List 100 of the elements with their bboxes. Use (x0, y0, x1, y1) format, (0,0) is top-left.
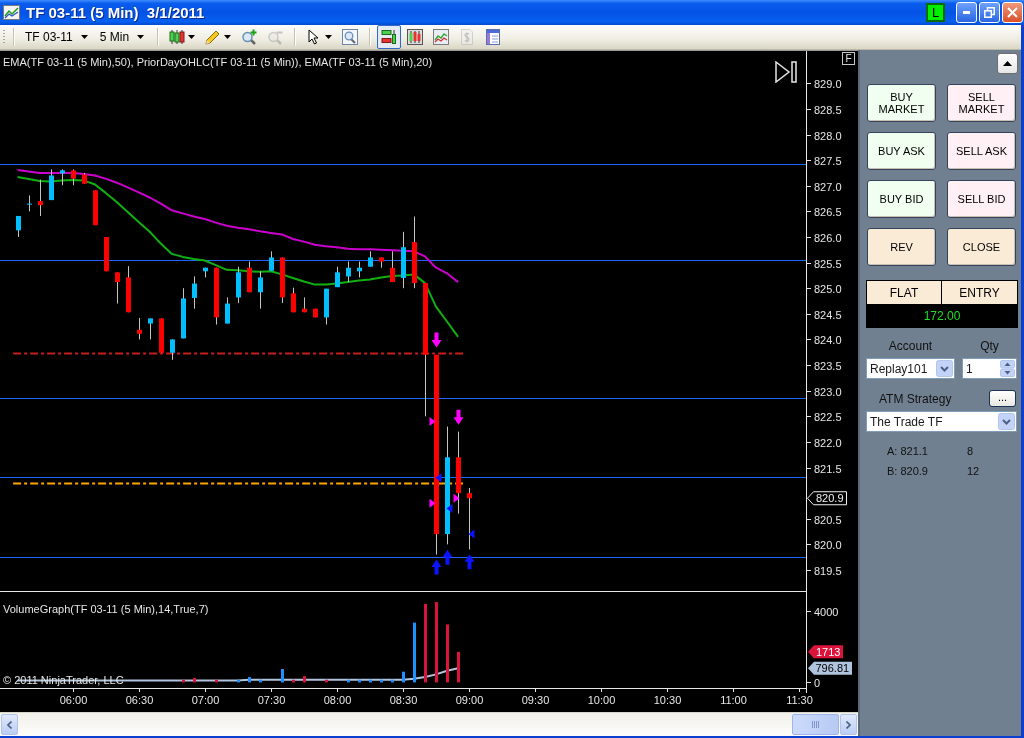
dollar-icon (459, 29, 476, 45)
quantity-spinner[interactable]: 1 (962, 358, 1017, 379)
skip-to-end-icon[interactable] (775, 61, 798, 83)
volume-tag: 1713 (808, 645, 843, 659)
volume-bar (215, 679, 218, 683)
candle (192, 275, 197, 310)
candle (368, 250, 373, 268)
candle (269, 250, 274, 272)
candle (258, 270, 263, 310)
scroll-left-button[interactable] (1, 714, 18, 735)
quote-price: B: 820.9 (887, 465, 929, 477)
magnifier-icon (342, 29, 359, 45)
up-triangle-icon (1003, 61, 1012, 66)
volume-bar (402, 671, 405, 683)
candle (148, 317, 153, 340)
down-arrow-marker (431, 332, 442, 348)
axis-label: 10:30 (653, 694, 682, 706)
candle (357, 261, 362, 278)
candlestick-icon (407, 29, 424, 45)
axis-label: 823.5 (814, 359, 842, 372)
candle (214, 267, 219, 326)
axis-label: 828.0 (814, 129, 842, 142)
axis-label: 824.0 (814, 333, 842, 346)
zoom-out-icon (267, 29, 284, 45)
volume-bar (457, 651, 460, 683)
minimize-icon (963, 11, 970, 14)
volume-bar (446, 624, 449, 683)
candle (335, 266, 340, 288)
volume-bar (303, 676, 306, 683)
buy-button[interactable]: BUY ASK (867, 132, 936, 170)
candle (203, 267, 208, 278)
buy-button[interactable]: BUY MARKET (867, 84, 936, 122)
scroll-right-button[interactable] (840, 714, 857, 735)
field-label: Account (887, 339, 934, 353)
axis-label: 828.5 (814, 103, 842, 116)
candle (181, 287, 186, 339)
axis-label: 822.5 (814, 410, 842, 423)
indicator-legend: EMA(TF 03-11 (5 Min),50), PriorDayOHLC(TF 03-11 (5 Min)), EMA(TF 03-11 (5 Min),20) (3, 56, 433, 69)
axis-label: 827.0 (814, 180, 842, 193)
candlestick-icon (169, 29, 186, 45)
axis-label: 825.0 (814, 282, 842, 295)
corner-button[interactable]: F (842, 52, 855, 65)
axis-label: 820.0 (814, 538, 842, 551)
atm-strategy-dropdown[interactable]: The Trade TF (866, 411, 1017, 432)
quote-price: A: 821.1 (887, 445, 929, 457)
triangle-marker (435, 473, 442, 483)
last-price-tag: 820.9 (807, 491, 847, 506)
candle (401, 231, 406, 289)
instrument-dropdown[interactable]: TF 03-11 (21, 26, 92, 48)
toolbar-button[interactable] (377, 25, 402, 49)
candle (159, 317, 164, 354)
candle (313, 308, 318, 318)
candle (170, 338, 175, 361)
axis-label: 826.5 (814, 205, 842, 218)
axis-label: 07:00 (191, 694, 220, 706)
axis-label: 10:00 (587, 694, 616, 706)
minimize-button[interactable] (956, 2, 977, 23)
form-icon (485, 29, 502, 45)
axis-label: 11:00 (720, 694, 747, 706)
field-label: Qty (979, 339, 1000, 353)
zoom-in-icon (241, 29, 258, 45)
axis-label: 823.0 (814, 385, 842, 398)
candle (280, 256, 285, 304)
collapse-button[interactable] (997, 53, 1018, 74)
candle (302, 296, 307, 313)
caret-icon (188, 35, 196, 39)
action-button[interactable]: CLOSE (947, 228, 1016, 266)
caret-icon (325, 35, 333, 39)
volume-bar (237, 679, 240, 683)
axis-label: 06:00 (59, 694, 88, 706)
position-value: 172.00 (867, 304, 1017, 327)
sell-button[interactable]: SELL MARKET (947, 84, 1016, 122)
volume-bar (413, 622, 416, 683)
account-dropdown[interactable]: Replay101 (866, 358, 955, 379)
caret-icon (80, 35, 88, 39)
restore-button[interactable] (979, 2, 1000, 23)
axis-label: 08:00 (323, 694, 352, 706)
axis-label: 819.5 (814, 564, 842, 577)
action-button[interactable]: REV (867, 228, 936, 266)
candle (137, 317, 142, 340)
up-arrow-marker (464, 554, 475, 570)
field-label: ATM Strategy (879, 391, 953, 406)
close-button[interactable] (1002, 2, 1023, 23)
spin-arrows-icon (1000, 360, 1015, 377)
candle (247, 261, 252, 293)
candle (104, 236, 109, 272)
axis-label: 07:30 (257, 694, 286, 706)
bars-icon (381, 29, 398, 45)
candle (93, 189, 98, 226)
candle (467, 487, 472, 550)
more-button[interactable]: ... (989, 390, 1016, 407)
buy-button[interactable]: BUY BID (867, 180, 936, 218)
sell-button[interactable]: SELL BID (947, 180, 1016, 218)
pencil-icon (205, 29, 222, 45)
scrollbar-thumb[interactable] (792, 714, 839, 735)
interval-dropdown[interactable]: 5 Min (95, 26, 149, 48)
sell-button[interactable]: SELL ASK (947, 132, 1016, 170)
connection-indicator: L (926, 3, 945, 22)
axis-label: 827.5 (814, 154, 842, 167)
candle (291, 287, 296, 313)
